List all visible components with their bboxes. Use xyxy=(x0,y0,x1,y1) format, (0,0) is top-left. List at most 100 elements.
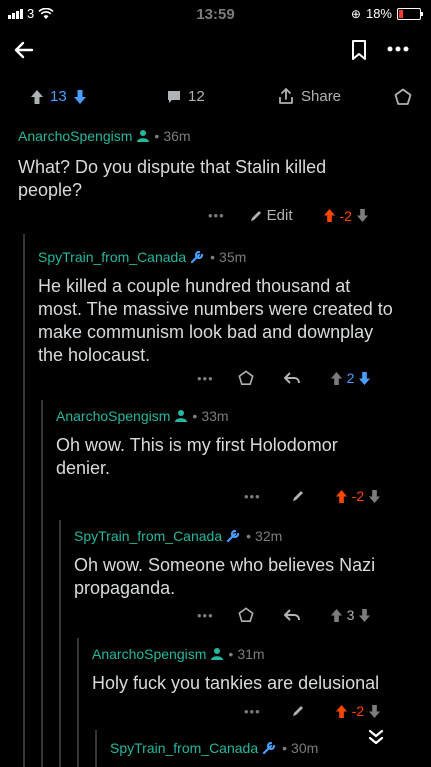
more-icon[interactable]: ••• xyxy=(244,704,261,719)
collapse-chevron-icon[interactable] xyxy=(366,728,386,746)
downvote-icon[interactable] xyxy=(368,704,381,719)
share-button[interactable]: Share xyxy=(277,87,341,105)
vote-group: 3 xyxy=(330,607,372,623)
comment-actions: ••• 2 xyxy=(197,370,371,386)
share-icon xyxy=(279,88,293,104)
comment-line: people? xyxy=(18,180,83,200)
comment-line: most. The massive numbers were created t… xyxy=(38,299,393,319)
comment-score: -2 xyxy=(339,207,352,224)
op-user-icon xyxy=(137,130,150,142)
upvote-icon[interactable] xyxy=(335,704,348,719)
comment-meta: AnarchoSpengism • 36m xyxy=(18,128,191,144)
pencil-icon[interactable] xyxy=(291,704,305,718)
thread-line xyxy=(41,400,43,767)
comment-line: What? Do you dispute that Stalin killed xyxy=(18,157,327,177)
battery-icon xyxy=(397,7,423,20)
comment-author[interactable]: AnarchoSpengism xyxy=(18,128,132,144)
pencil-icon[interactable] xyxy=(291,489,305,503)
downvote-icon[interactable] xyxy=(368,489,381,504)
comment-actions: ••• 3 xyxy=(197,607,371,623)
comment-line: make communism look bad and downplay xyxy=(38,322,374,342)
comment-time: 33m xyxy=(201,408,229,424)
upvote-icon[interactable] xyxy=(330,371,343,386)
more-options-icon[interactable] xyxy=(387,46,409,52)
comment-actions: ••• -2 xyxy=(244,488,381,504)
comment-author[interactable]: SpyTrain_from_Canada xyxy=(110,740,258,756)
comment-line: the holocaust. xyxy=(38,345,151,365)
comments-count: 12 xyxy=(188,88,205,105)
comment-meta: SpyTrain_from_Canada • 35m xyxy=(38,249,247,265)
comments-count-button[interactable]: 12 xyxy=(166,88,205,105)
downvote-icon[interactable] xyxy=(356,208,369,223)
vote-group: -2 xyxy=(323,208,369,224)
upvote-icon[interactable] xyxy=(30,89,44,105)
upvote-icon[interactable] xyxy=(330,608,343,623)
comment-score: 2 xyxy=(346,370,355,386)
comment-score: -2 xyxy=(351,488,365,504)
more-icon[interactable]: ••• xyxy=(208,208,225,223)
comment-score: 3 xyxy=(346,607,355,623)
post-score: 13 xyxy=(50,88,67,105)
vote-group: -2 xyxy=(335,488,381,504)
downvote-icon[interactable] xyxy=(358,371,371,386)
comment-author[interactable]: AnarchoSpengism xyxy=(56,408,170,424)
comment-time: 31m xyxy=(237,646,265,662)
comment-time: 36m xyxy=(163,128,191,144)
downvote-icon[interactable] xyxy=(358,608,371,623)
comment-body: Oh wow. Someone who believes Nazi propag… xyxy=(74,554,375,600)
back-arrow-icon[interactable] xyxy=(12,38,36,62)
downvote-icon[interactable] xyxy=(73,89,87,105)
vote-group: -2 xyxy=(335,703,381,719)
battery-group: ⊕ 18% xyxy=(350,6,423,21)
status-bar: 3 13:59 ⊕ 18% xyxy=(0,0,431,28)
comment-score: -2 xyxy=(351,703,365,719)
op-user-icon xyxy=(211,648,224,660)
reply-icon[interactable] xyxy=(283,371,300,385)
wrench-icon xyxy=(191,250,204,264)
comment-line: Oh wow. This is my first Holodomor xyxy=(56,435,338,455)
orientation-lock-icon: ⊕ xyxy=(350,6,361,21)
comment-actions: ••• -2 xyxy=(244,703,381,719)
comment-line: He killed a couple hundred thousand at xyxy=(38,276,351,296)
thread-line xyxy=(95,730,97,767)
comment-body: What? Do you dispute that Stalin killed … xyxy=(18,156,326,202)
comment-author[interactable]: SpyTrain_from_Canada xyxy=(38,249,186,265)
award-icon[interactable] xyxy=(238,370,254,386)
award-icon[interactable] xyxy=(238,607,254,623)
more-icon[interactable]: ••• xyxy=(197,371,214,386)
award-icon[interactable] xyxy=(394,88,412,106)
pencil-icon xyxy=(250,210,261,221)
vote-group: 2 xyxy=(330,370,372,386)
comment-line: propaganda. xyxy=(74,578,176,598)
comment-meta: AnarchoSpengism • 33m xyxy=(56,408,229,424)
upvote-icon[interactable] xyxy=(335,489,348,504)
thread-line xyxy=(59,520,61,767)
edit-button[interactable]: Edit xyxy=(249,207,293,224)
wrench-icon xyxy=(263,741,276,755)
top-nav xyxy=(0,32,431,72)
more-icon[interactable]: ••• xyxy=(244,489,261,504)
upvote-icon[interactable] xyxy=(323,208,336,223)
bookmark-icon[interactable] xyxy=(350,39,368,61)
thread-line xyxy=(77,638,79,767)
comment-line: denier. xyxy=(56,458,111,478)
comment-meta: AnarchoSpengism • 31m xyxy=(92,646,265,662)
comment-time: 35m xyxy=(219,249,247,265)
thread-line xyxy=(23,234,25,767)
comment-body: Oh wow. This is my first Holodomor denie… xyxy=(56,434,338,480)
comment-time: 32m xyxy=(255,528,283,544)
comment-meta: SpyTrain_from_Canada • 30m xyxy=(110,740,319,756)
edit-label: Edit xyxy=(266,207,293,224)
reply-icon[interactable] xyxy=(283,608,300,622)
comment-meta: SpyTrain_from_Canada • 32m xyxy=(74,528,283,544)
comment-author[interactable]: SpyTrain_from_Canada xyxy=(74,528,222,544)
comment-actions: ••• Edit -2 xyxy=(208,207,369,224)
comment-author[interactable]: AnarchoSpengism xyxy=(92,646,206,662)
battery-percent: 18% xyxy=(365,6,392,21)
comment-line: Oh wow. Someone who believes Nazi xyxy=(74,555,376,575)
comment-body: Holy fuck you tankies are delusional xyxy=(92,672,379,695)
more-icon[interactable]: ••• xyxy=(197,608,214,623)
share-label: Share xyxy=(301,87,342,105)
wrench-icon xyxy=(227,529,240,543)
post-action-bar: 13 12 Share xyxy=(0,82,431,112)
